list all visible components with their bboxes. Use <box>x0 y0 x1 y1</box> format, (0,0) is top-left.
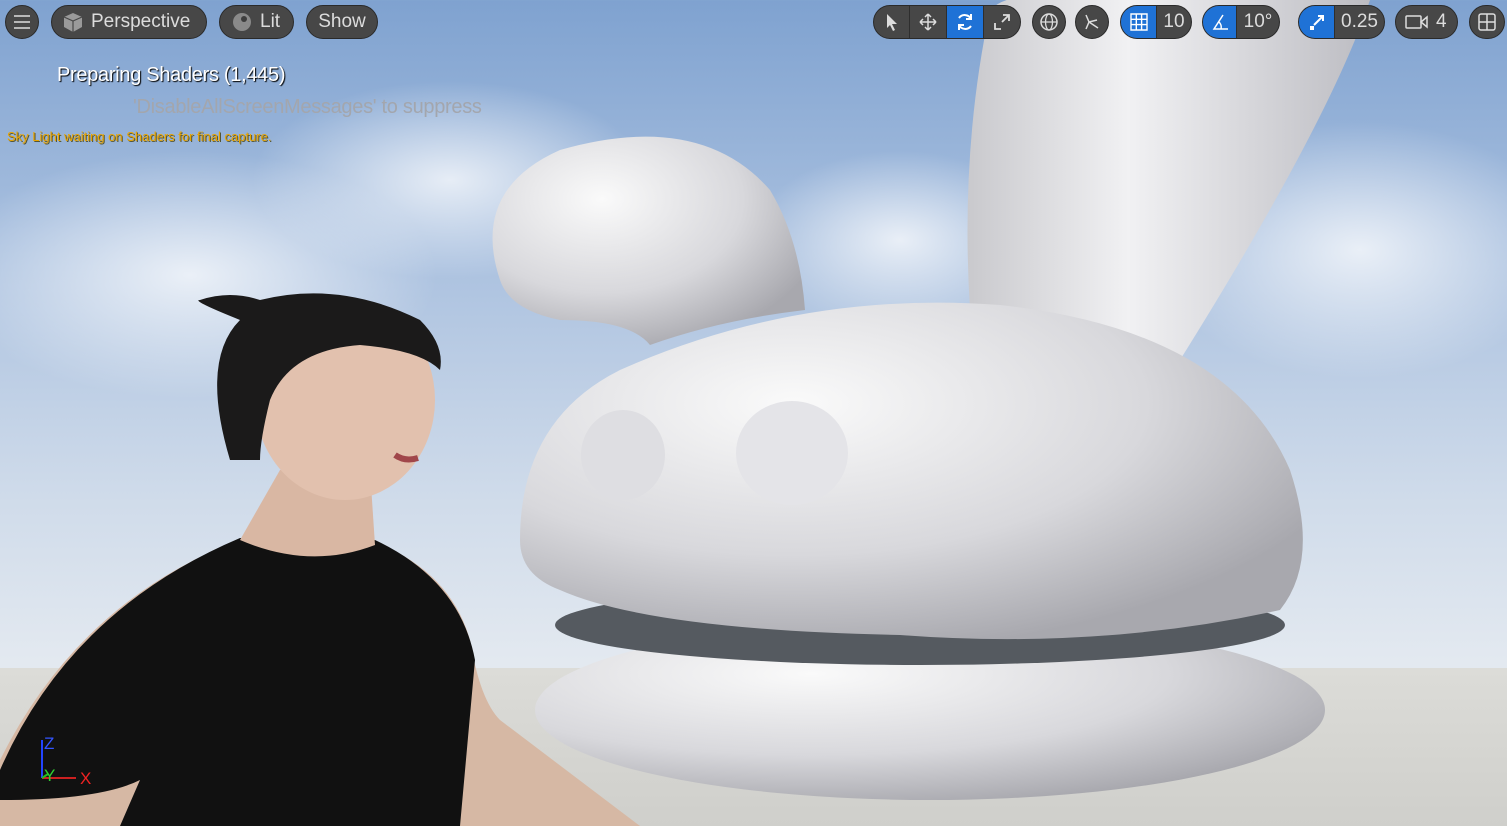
menu-button[interactable] <box>5 5 39 39</box>
camera-icon <box>1405 14 1429 30</box>
skylight-warning-message: Sky Light waiting on Shaders for final c… <box>7 129 272 144</box>
viewport-layout-button[interactable] <box>1469 5 1505 39</box>
surface-snap-icon <box>1082 12 1102 32</box>
hamburger-icon <box>14 15 30 29</box>
character-mesh <box>0 0 700 826</box>
cursor-arrow-icon <box>885 13 899 31</box>
grid-snap-control[interactable]: 10 <box>1120 5 1192 39</box>
axis-gizmo: Z Y X <box>36 734 96 792</box>
globe-icon <box>1039 12 1059 32</box>
scale-snap-icon <box>1308 13 1326 31</box>
camera-speed-button[interactable]: 4 <box>1395 5 1458 39</box>
camera-speed-label: 4 <box>1436 11 1447 32</box>
rotation-snap-control[interactable]: 10° <box>1202 5 1280 39</box>
lighting-label: Lit <box>260 11 281 32</box>
grid-snap-label: 10 <box>1163 11 1185 32</box>
lighting-mode-button[interactable]: Lit <box>219 5 294 39</box>
rotation-snap-value[interactable]: 10° <box>1237 6 1279 38</box>
view-mode-label: Perspective <box>91 11 191 32</box>
axis-y-label: Y <box>44 766 56 785</box>
move-arrows-icon <box>919 13 937 31</box>
select-tool-button[interactable] <box>874 6 911 38</box>
grid-snap-toggle[interactable] <box>1121 6 1157 38</box>
rotation-snap-label: 10° <box>1243 11 1273 32</box>
scale-snap-control[interactable]: 0.25 <box>1298 5 1385 39</box>
show-label: Show <box>318 11 366 32</box>
layout-grid-icon <box>1478 13 1496 31</box>
world-local-toggle[interactable] <box>1032 5 1066 39</box>
grid-snap-value[interactable]: 10 <box>1157 6 1191 38</box>
scale-snap-value[interactable]: 0.25 <box>1335 6 1384 38</box>
cube-icon <box>62 11 84 33</box>
surface-snap-button[interactable] <box>1075 5 1109 39</box>
suppress-hint-message: 'DisableAllScreenMessages' to suppress <box>133 96 482 118</box>
show-button[interactable]: Show <box>306 5 378 39</box>
view-mode-button[interactable]: Perspective <box>51 5 207 39</box>
rotate-tool-button[interactable] <box>946 6 984 38</box>
axis-x-label: X <box>80 769 92 788</box>
axis-z-label: Z <box>44 734 55 753</box>
translate-tool-button[interactable] <box>910 6 947 38</box>
rotate-icon <box>955 12 975 32</box>
scale-snap-toggle[interactable] <box>1299 6 1335 38</box>
grid-icon <box>1129 13 1148 31</box>
scale-icon <box>993 13 1011 31</box>
transform-tools <box>873 5 1021 39</box>
scale-tool-button[interactable] <box>984 6 1020 38</box>
lit-sphere-icon <box>232 12 252 32</box>
rotation-snap-toggle[interactable] <box>1203 6 1237 38</box>
shader-progress-message: Preparing Shaders (1,445) <box>57 64 286 86</box>
angle-icon <box>1211 13 1229 31</box>
scale-snap-label: 0.25 <box>1341 11 1378 32</box>
